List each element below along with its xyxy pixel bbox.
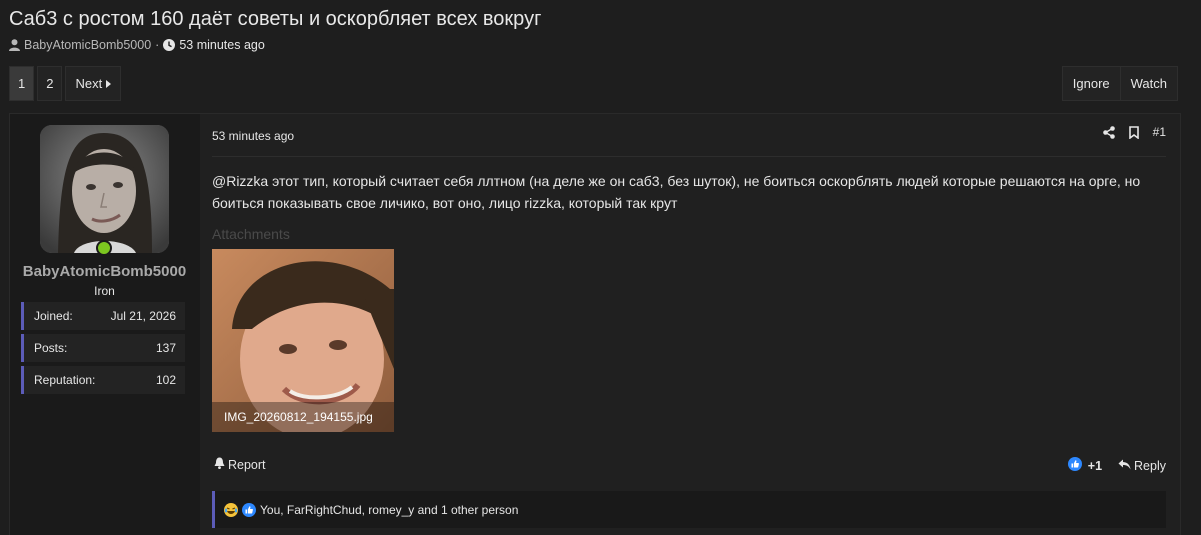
- post-header-divider: [212, 156, 1166, 157]
- reactions-list[interactable]: You, FarRightChud, romey_y and 1 other p…: [260, 503, 518, 517]
- laugh-icon: [224, 502, 238, 517]
- online-status-indicator: [96, 240, 112, 256]
- stat-value: 102: [155, 373, 176, 387]
- reaction-score: +1: [1087, 458, 1103, 473]
- thread-title: Саб3 с ростом 160 даёт советы и оскорбля…: [9, 8, 542, 30]
- like-icon: [242, 502, 256, 517]
- attachment-filename[interactable]: IMG_20260812_194155.jpg: [212, 402, 394, 432]
- watch-button[interactable]: Watch: [1120, 66, 1178, 101]
- reply-icon: [1118, 459, 1131, 473]
- report-label: Report: [228, 457, 266, 472]
- next-label: Next: [75, 76, 103, 91]
- post-reaction-actions: +1 Reply: [1067, 457, 1166, 474]
- stat-reputation: Reputation: 102: [21, 366, 185, 394]
- user-rank: Iron: [94, 284, 115, 298]
- stat-value: 137: [155, 341, 176, 355]
- stat-label: Reputation:: [34, 373, 96, 387]
- reply-button[interactable]: Reply: [1118, 459, 1166, 473]
- page-1-button[interactable]: 1: [9, 66, 35, 101]
- bell-icon: [214, 457, 225, 472]
- user-icon: [9, 39, 20, 51]
- report-button[interactable]: Report: [214, 457, 266, 472]
- caret-right-icon: [106, 76, 112, 91]
- share-icon[interactable]: [1102, 125, 1115, 139]
- stat-posts: Posts: 137: [21, 334, 185, 362]
- ignore-button[interactable]: Ignore: [1061, 66, 1121, 101]
- thread-time[interactable]: 53 minutes ago: [179, 38, 264, 52]
- thread-actions: Ignore Watch: [1061, 66, 1178, 101]
- attachment-thumbnail[interactable]: IMG_20260812_194155.jpg: [212, 249, 394, 432]
- stat-joined: Joined: Jul 21, 2026: [21, 302, 185, 330]
- page-2-button[interactable]: 2: [37, 66, 63, 101]
- reactions-bar[interactable]: You, FarRightChud, romey_y and 1 other p…: [212, 491, 1166, 528]
- reply-label: Reply: [1134, 458, 1166, 473]
- stat-label: Posts:: [34, 341, 68, 355]
- post-time[interactable]: 53 minutes ago: [212, 129, 294, 143]
- post-number-link[interactable]: #1: [1153, 125, 1166, 139]
- thread-author-link[interactable]: BabyAtomicBomb5000: [24, 38, 151, 52]
- stat-value: Jul 21, 2026: [110, 309, 176, 323]
- thread-meta: BabyAtomicBomb5000 · 53 minutes ago: [9, 38, 265, 52]
- post-username[interactable]: BabyAtomicBomb5000: [10, 263, 199, 280]
- post-body: @Rizzka этот тип, который считает себя л…: [212, 173, 1141, 211]
- post-tools: #1: [1102, 125, 1166, 139]
- avatar[interactable]: [40, 125, 169, 253]
- post-user-column: BabyAtomicBomb5000 Iron Joined: Jul 21, …: [10, 114, 199, 535]
- meta-separator: ·: [155, 38, 160, 52]
- post: BabyAtomicBomb5000 Iron Joined: Jul 21, …: [9, 113, 1181, 535]
- post-main: 53 minutes ago #1 @Rizzka этот тип, кото…: [200, 114, 1180, 535]
- pagination: 1 2 Next: [9, 66, 122, 101]
- clock-icon: [163, 39, 176, 51]
- stat-label: Joined:: [34, 309, 73, 323]
- like-icon[interactable]: [1067, 457, 1082, 474]
- attachments-label: Attachments: [212, 226, 290, 242]
- next-page-button[interactable]: Next: [65, 66, 122, 101]
- bookmark-icon[interactable]: [1128, 125, 1139, 139]
